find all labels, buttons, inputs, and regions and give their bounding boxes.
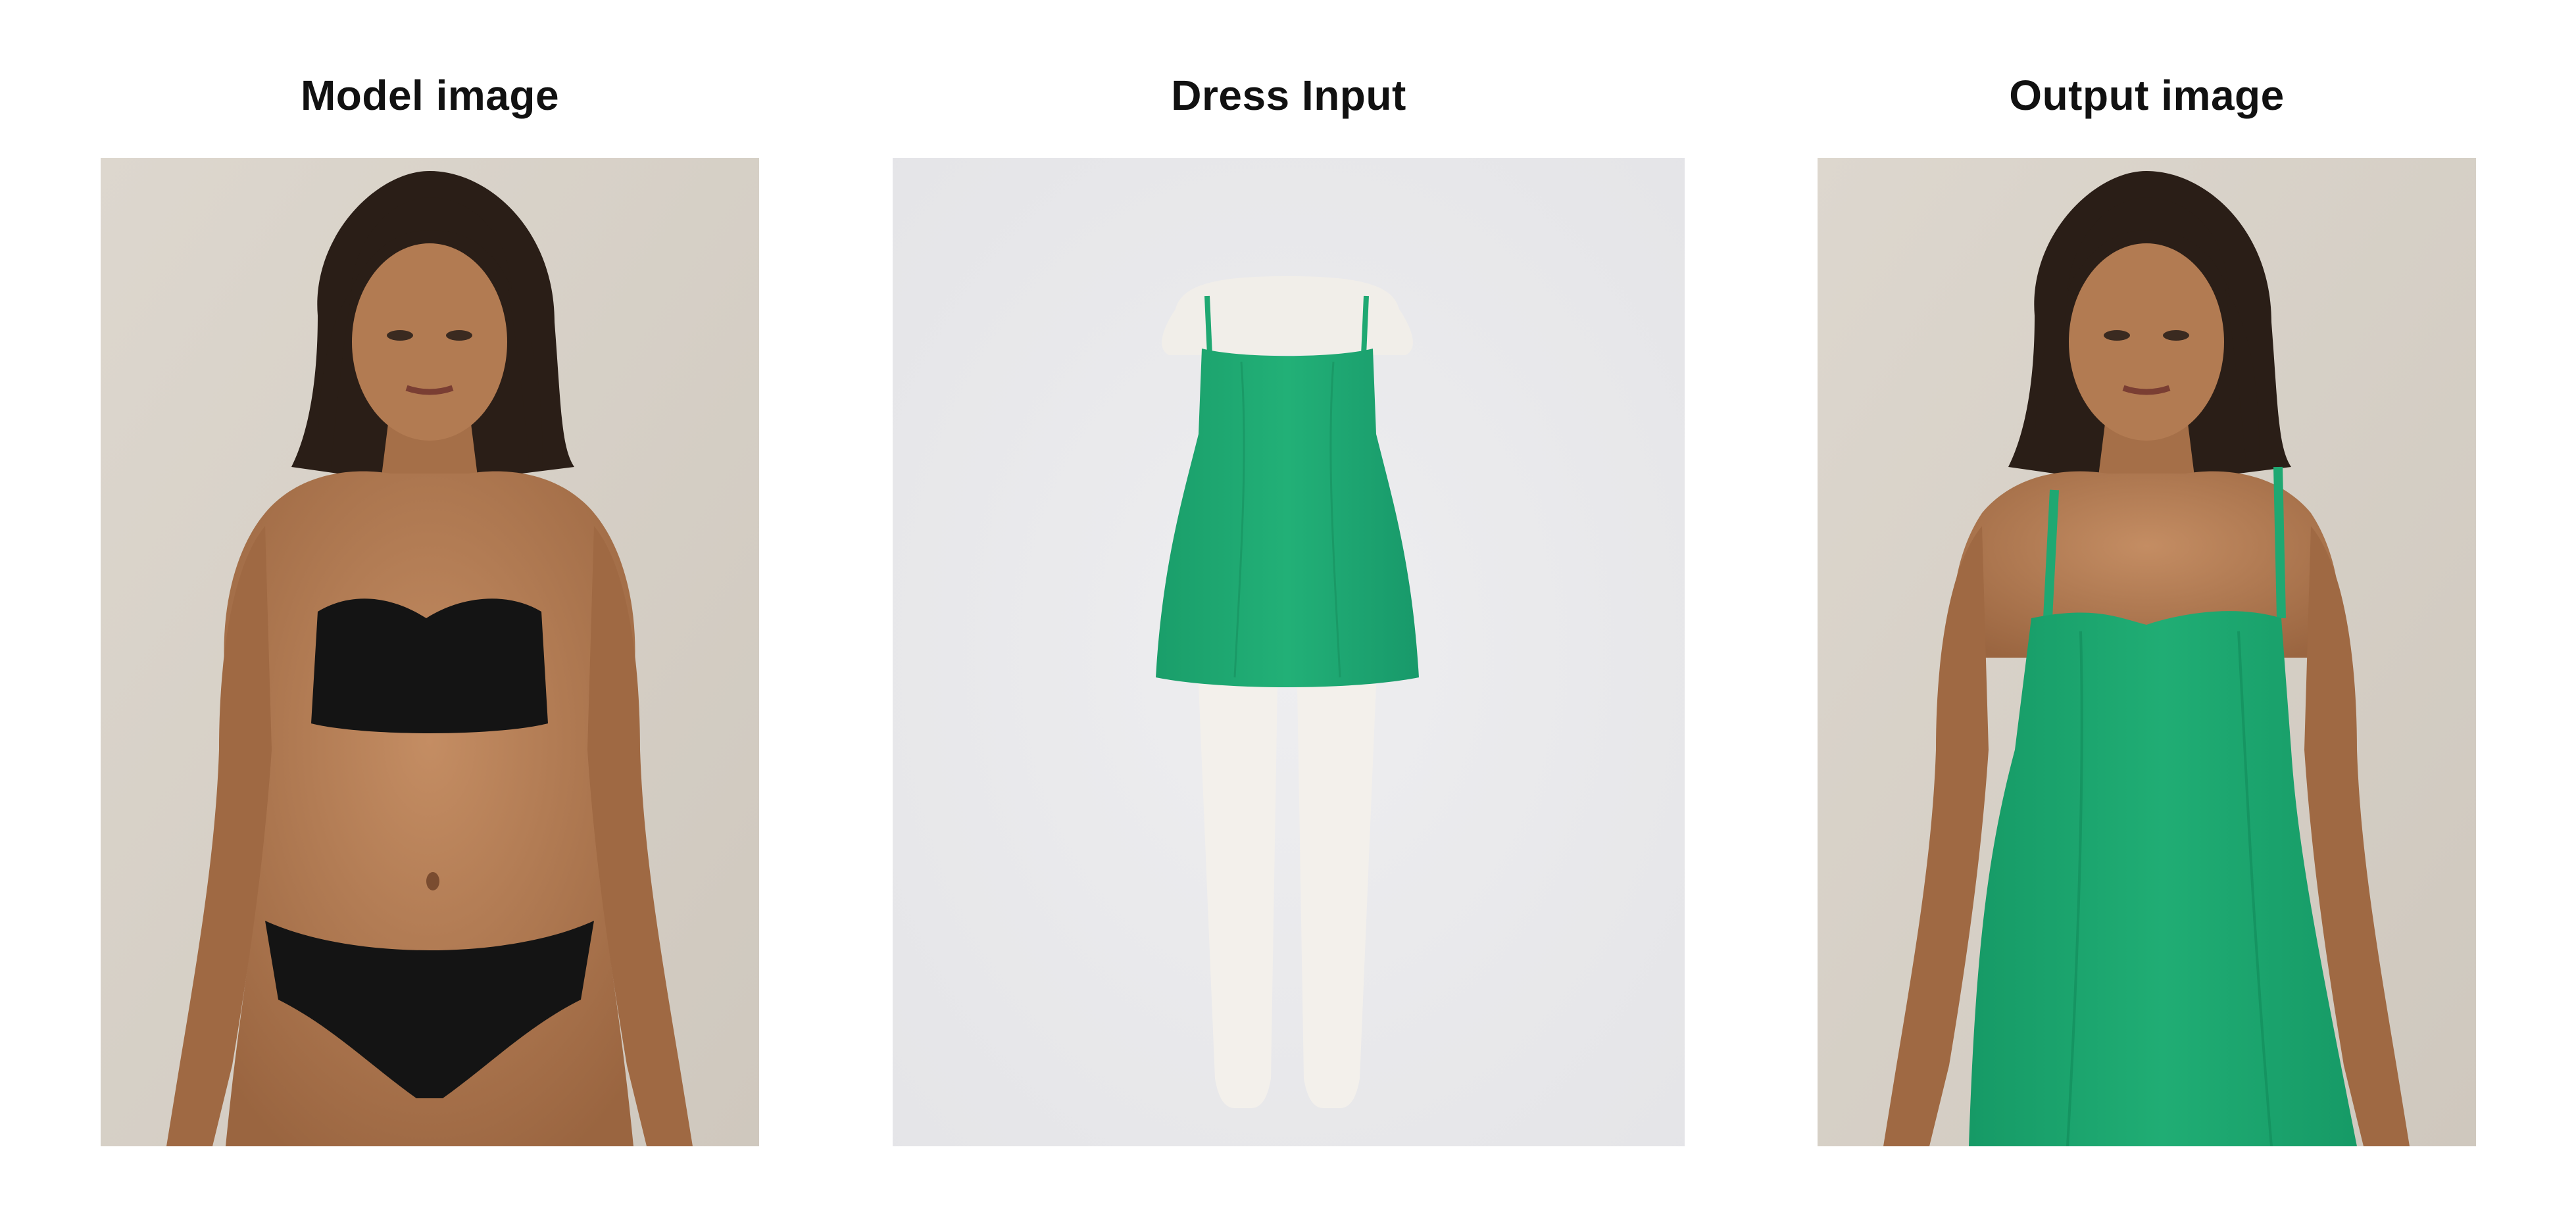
output-image-title: Output image [2009, 72, 2285, 119]
model-photo [101, 158, 759, 1146]
dress-photo [893, 158, 1685, 1146]
woman-in-green-dress-image [1818, 158, 2476, 1146]
dress-input-title: Dress Input [1171, 72, 1406, 119]
green-dress-on-mannequin-image [893, 158, 1685, 1146]
model-image-title: Model image [300, 72, 560, 119]
output-photo [1818, 158, 2476, 1146]
woman-in-black-lingerie-image [101, 158, 759, 1146]
